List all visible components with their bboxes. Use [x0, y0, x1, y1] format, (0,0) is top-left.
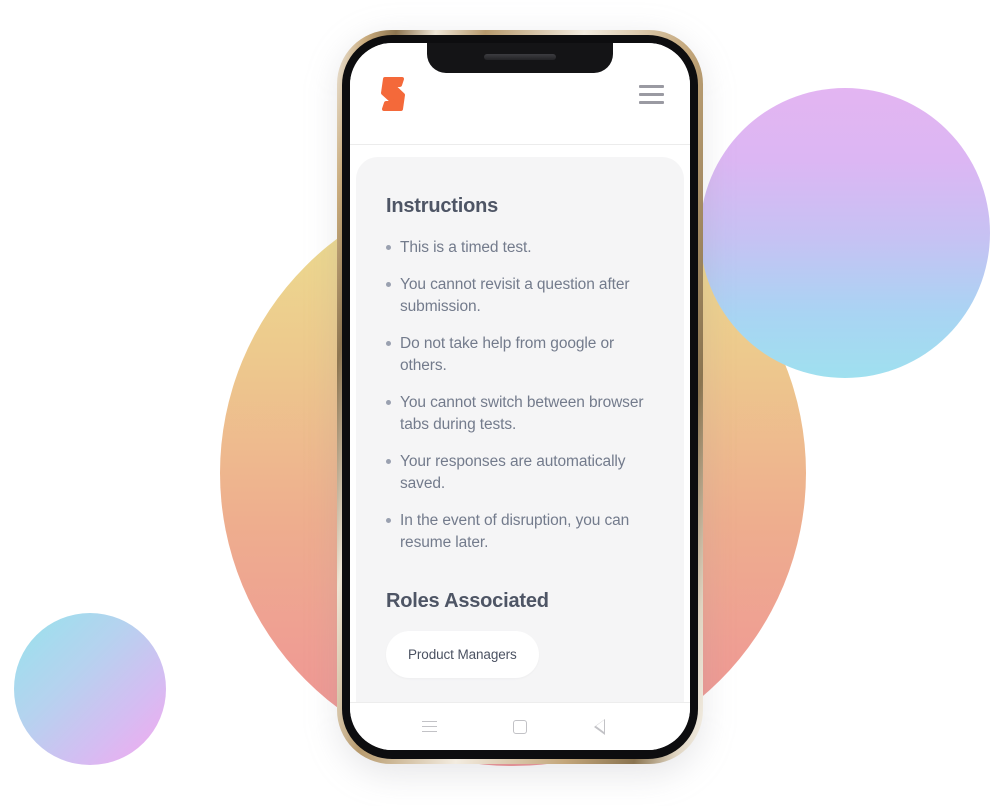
bullet-icon	[386, 282, 391, 287]
list-item: You cannot revisit a question after subm…	[386, 274, 654, 318]
phone-device: Instructions This is a timed test. You c…	[337, 30, 703, 764]
list-item: Do not take help from google or others.	[386, 333, 654, 377]
list-item: In the event of disruption, you can resu…	[386, 510, 654, 554]
back-triangle-icon	[593, 718, 617, 735]
instructions-title: Instructions	[386, 195, 499, 217]
list-item: Your responses are automatically saved.	[386, 451, 654, 495]
bullet-icon	[386, 400, 391, 405]
recents-line	[421, 730, 437, 733]
recents-line	[421, 720, 437, 723]
phone-bezel: Instructions This is a timed test. You c…	[342, 35, 698, 759]
hamburger-line	[639, 93, 664, 96]
earpiece-speaker-icon	[484, 54, 556, 60]
small-gradient-circle	[14, 613, 166, 765]
role-pill-product-managers[interactable]: Product Managers	[386, 631, 539, 678]
recents-line	[421, 725, 437, 728]
recents-button[interactable]	[414, 712, 444, 742]
back-button[interactable]	[593, 712, 626, 742]
home-square-icon	[512, 719, 527, 734]
bullet-icon	[386, 341, 391, 346]
hamburger-line	[639, 85, 664, 88]
list-item: This is a timed test.	[386, 237, 654, 259]
brand-logo-icon[interactable]	[376, 76, 410, 112]
instructions-list: This is a timed test. You cannot revisit…	[386, 237, 654, 554]
list-item: You cannot switch between browser tabs d…	[386, 392, 654, 436]
page-root: Instructions This is a timed test. You c…	[0, 0, 1000, 806]
home-button[interactable]	[505, 712, 535, 742]
instruction-text: Your responses are automatically saved.	[400, 453, 626, 492]
phone-screen: Instructions This is a timed test. You c…	[350, 43, 690, 750]
bullet-icon	[386, 459, 391, 464]
roles-associated-title: Roles Associated	[386, 590, 549, 612]
hamburger-line	[639, 101, 664, 104]
android-navigation-bar	[350, 702, 690, 750]
content-card: Instructions This is a timed test. You c…	[356, 157, 684, 702]
content-scroll-area[interactable]: Instructions This is a timed test. You c…	[350, 145, 690, 702]
bullet-icon	[386, 245, 391, 250]
purple-gradient-circle	[700, 88, 990, 378]
instruction-text: You cannot revisit a question after subm…	[400, 276, 630, 315]
instruction-text: You cannot switch between browser tabs d…	[400, 394, 644, 433]
recents-icon	[421, 720, 437, 733]
hamburger-menu-icon[interactable]	[639, 85, 664, 104]
roles-pill-group: Product Managers Data Scientists UX Desi…	[386, 631, 654, 702]
bullet-icon	[386, 518, 391, 523]
instruction-text: This is a timed test.	[400, 239, 532, 256]
instruction-text: In the event of disruption, you can resu…	[400, 512, 630, 551]
phone-notch	[427, 43, 613, 73]
instruction-text: Do not take help from google or others.	[400, 335, 615, 374]
